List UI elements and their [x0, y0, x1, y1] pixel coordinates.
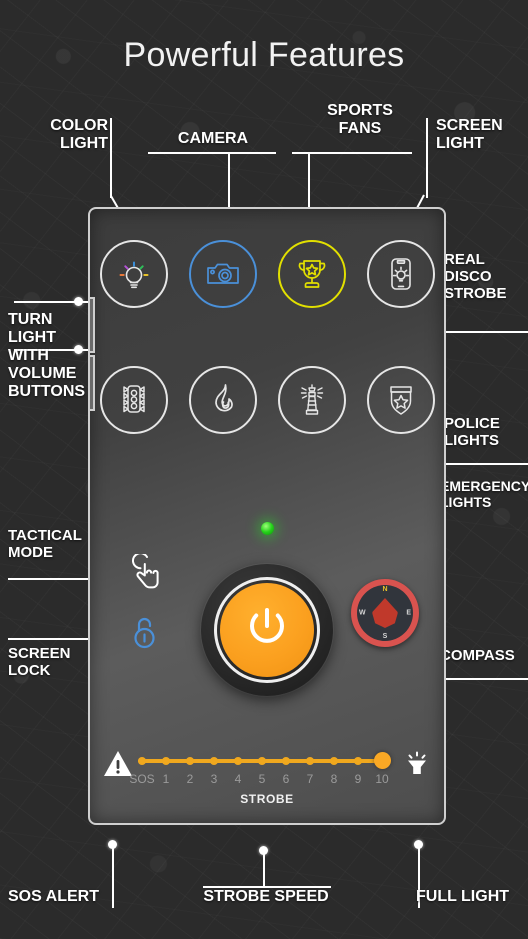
lighthouse-icon [292, 380, 332, 420]
status-led [261, 522, 274, 535]
power-button[interactable] [201, 564, 333, 696]
compass-direction-e: E [406, 609, 411, 617]
slider-tick [330, 757, 338, 765]
label-full-light: FULL LIGHT [416, 888, 510, 905]
color-light-button[interactable] [99, 240, 168, 308]
fire-button[interactable] [188, 366, 257, 434]
leader-dot-sos [108, 840, 117, 849]
slider-tick-label: SOS [129, 772, 155, 786]
label-camera: CAMERA [177, 130, 249, 147]
slider-tick [138, 757, 146, 765]
leader-line-sos [112, 846, 114, 908]
slider-tick-label: 10 [375, 772, 389, 786]
slider-tick [186, 757, 194, 765]
label-sports-fans: SPORTS FANS [327, 102, 393, 137]
strobe-caption: STROBE [240, 792, 294, 806]
strobe-slider[interactable]: SOS 1 2 3 4 5 6 7 8 9 10 [129, 752, 396, 790]
slider-tick [210, 757, 218, 765]
label-strobe-speed: STROBE SPEED [203, 888, 329, 905]
compass-widget[interactable]: N E S W [351, 579, 419, 647]
slider-tick-label: 9 [354, 772, 362, 786]
leader-line-strobe-v [263, 852, 265, 888]
slider-knob[interactable] [374, 752, 391, 769]
leader-dot-strobe [259, 846, 268, 855]
leader-bracket-sports [292, 152, 412, 154]
traffic-light-button[interactable] [99, 366, 168, 434]
camera-button[interactable] [188, 240, 257, 308]
slider-tick [282, 757, 290, 765]
slider-tick-labels: SOS 1 2 3 4 5 6 7 8 9 10 [129, 772, 396, 790]
leader-dot-volume-up [74, 297, 83, 306]
lamp-full-light-icon[interactable] [403, 750, 431, 783]
leader-line-color-light [110, 118, 112, 198]
page-title: Powerful Features [123, 36, 405, 74]
screen-lock-icon[interactable] [130, 615, 160, 656]
camera-icon [203, 254, 243, 294]
slider-tick [234, 757, 242, 765]
slider-tick-label: 4 [234, 772, 242, 786]
slider-tick-label: 5 [258, 772, 266, 786]
screen-light-button[interactable] [366, 240, 435, 308]
slider-tick-label: 3 [210, 772, 218, 786]
label-color-light: COLOR LIGHT [50, 117, 108, 152]
label-real-disco-strobe: REAL DISCO STROBE [444, 251, 507, 302]
compass-direction-w: W [359, 609, 366, 617]
tactical-hand-icon[interactable] [128, 552, 162, 597]
leader-line-screen-light [426, 118, 428, 198]
slider-tick [162, 757, 170, 765]
compass-direction-s: S [382, 633, 388, 640]
shield-star-icon [381, 380, 421, 420]
compass-direction-n: N [382, 586, 388, 593]
colored-bulb-icon [114, 254, 154, 294]
phone-screen-light-icon [381, 254, 421, 294]
label-compass: COMPASS [440, 647, 515, 664]
slider-tick-label: 8 [330, 772, 338, 786]
compass-dial: N E S W [357, 585, 413, 641]
power-icon [240, 601, 294, 660]
icon-row-secondary [90, 366, 444, 434]
slider-tick [306, 757, 314, 765]
label-sos-alert: SOS ALERT [8, 888, 99, 905]
slider-tick [354, 757, 362, 765]
label-screen-light: SCREEN LIGHT [436, 117, 503, 152]
slider-tick [258, 757, 266, 765]
flame-icon [203, 380, 243, 420]
slider-tick-label: 6 [282, 772, 290, 786]
compass-needle [372, 598, 398, 628]
label-turn-light-volume: TURN LIGHT WITH VOLUME BUTTONS [8, 311, 86, 400]
trophy-icon [292, 254, 332, 294]
slider-tick-label: 2 [186, 772, 194, 786]
slider-tick-label: 1 [162, 772, 170, 786]
slider-tick-label: 7 [306, 772, 314, 786]
police-badge-button[interactable] [366, 366, 435, 434]
leader-dot-full-light [414, 840, 423, 849]
sports-fans-button[interactable] [277, 240, 346, 308]
infographic-stage: Powerful Features COLOR LIGHT CAMERA SPO… [0, 0, 528, 939]
leader-bracket-camera [148, 152, 276, 154]
label-emergency-lights: EMERGENCY LIGHTS [440, 478, 528, 510]
lighthouse-button[interactable] [277, 366, 346, 434]
phone-mockup: N E S W SOS 1 2 3 4 5 6 7 8 9 10 STROBE [88, 207, 446, 825]
traffic-light-icon [114, 380, 154, 420]
icon-row-primary [90, 240, 444, 308]
label-police-lights: POLICE LIGHTS [444, 415, 500, 449]
